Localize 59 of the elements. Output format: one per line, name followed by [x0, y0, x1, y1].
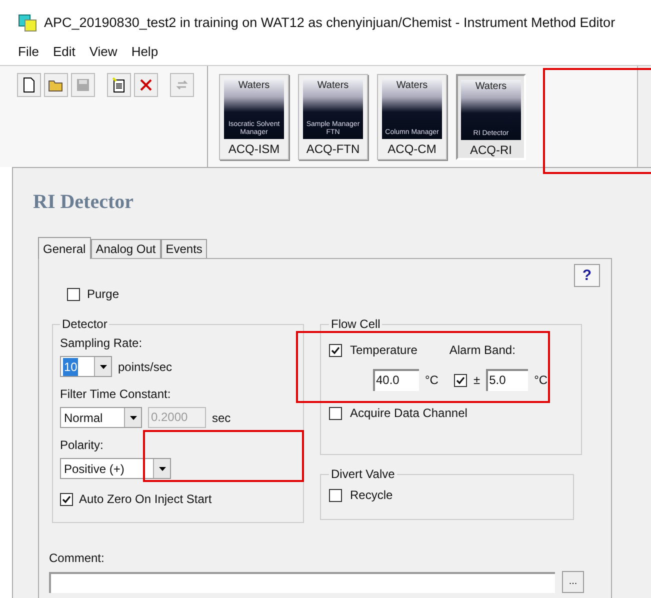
dropdown-arrow-button[interactable] — [153, 459, 170, 478]
checkbox[interactable] — [329, 344, 342, 356]
caret-icon — [100, 364, 106, 368]
checkbox[interactable] — [67, 288, 80, 300]
app-icon — [18, 14, 38, 32]
help-button[interactable]: ? — [574, 264, 600, 287]
field-label: Sampling Rate: — [60, 335, 144, 352]
menu-item[interactable]: File — [18, 42, 39, 62]
group-title: Flow Cell — [330, 316, 382, 333]
delete-icon[interactable] — [134, 73, 158, 97]
checkbox[interactable] — [60, 492, 73, 506]
menu-item[interactable]: Help — [131, 42, 158, 62]
unit-label: °C — [534, 372, 548, 389]
tab[interactable]: Events — [160, 239, 208, 258]
caret-icon — [130, 416, 136, 420]
group-title: Detector — [61, 316, 108, 333]
menu-item[interactable]: View — [89, 42, 118, 62]
group-title: Divert Valve — [330, 466, 396, 483]
checkbox-label: Purge — [87, 286, 120, 303]
field-label: Filter Time Constant: — [60, 386, 172, 403]
polarity-dropdown[interactable]: Positive (+) — [60, 458, 171, 479]
checkbox[interactable] — [454, 374, 468, 386]
temperature-field[interactable]: 40.0 — [373, 369, 419, 391]
alarm-band-field[interactable]: 5.0 — [486, 369, 528, 391]
open-folder-icon[interactable] — [44, 73, 68, 97]
checkbox-label: Recycle — [350, 487, 393, 504]
tab[interactable]: General — [38, 237, 91, 259]
field-label: Alarm Band: — [449, 342, 516, 359]
tab[interactable]: Analog Out — [90, 239, 161, 258]
checkmark-icon — [62, 494, 71, 504]
checkmark-icon — [331, 346, 340, 354]
unit-label: sec — [212, 410, 231, 426]
checkbox[interactable] — [329, 488, 342, 502]
window-title: APC_20190830_test2 in training on WAT12 as chenyinjuan/Chemist - Instrument Method Editor — [44, 14, 616, 32]
checkbox[interactable] — [329, 406, 342, 420]
filter-dropdown[interactable]: Normal — [60, 407, 142, 428]
field-label: Polarity: — [60, 437, 104, 454]
checkbox-label: Auto Zero On Inject Start — [79, 491, 212, 508]
comment-field[interactable] — [49, 572, 555, 592]
paste-document-icon[interactable] — [107, 73, 131, 97]
dropdown-arrow-button[interactable] — [124, 408, 141, 427]
brand-text: Waters — [317, 79, 349, 93]
brand-text: Waters — [238, 79, 270, 93]
browse-button[interactable]: ... — [562, 571, 584, 593]
unit-label: points/sec — [118, 358, 172, 376]
caret-icon — [158, 466, 166, 470]
brand-text: Waters — [475, 80, 507, 94]
checkmark-icon — [456, 376, 466, 384]
panel-title: RI Detector — [32, 190, 134, 214]
checkbox-label: Temperature — [350, 342, 418, 359]
checkbox-label: Acquire Data Channel — [350, 405, 468, 422]
plus-minus-label: ± — [473, 372, 480, 389]
menu-item[interactable]: Edit — [52, 42, 76, 62]
dropdown-arrow-button[interactable] — [94, 357, 111, 376]
sampling-rate-dropdown[interactable]: 10 — [60, 356, 112, 377]
unit-label: °C — [425, 372, 438, 389]
brand-text: Waters — [396, 79, 428, 93]
new-file-icon[interactable] — [17, 73, 41, 97]
field-label: Comment: — [49, 550, 106, 567]
